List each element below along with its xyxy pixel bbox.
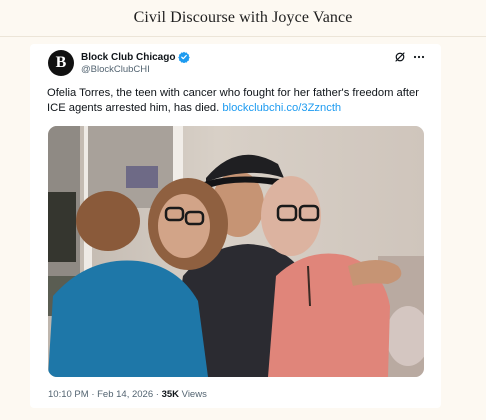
display-name[interactable]: Block Club Chicago xyxy=(81,52,175,63)
publication-title[interactable]: Civil Discourse with Joyce Vance xyxy=(134,9,353,27)
tweet-author: Block Club Chicago xyxy=(81,51,191,63)
tweet-photo[interactable] xyxy=(48,126,424,377)
verified-badge-icon xyxy=(178,51,191,63)
top-bar: Civil Discourse with Joyce Vance xyxy=(0,0,486,37)
embedded-tweet[interactable]: B Block Club Chicago @BlockClubCHI Ofeli… xyxy=(30,44,441,408)
tweet-time[interactable]: 10:10 PM xyxy=(48,389,89,400)
views-label: Views xyxy=(181,389,207,400)
meta-separator-2: · xyxy=(155,389,159,400)
tweet-date[interactable]: Feb 14, 2026 xyxy=(97,389,153,400)
tweet-link[interactable]: blockclubchi.co/3Zzncth xyxy=(222,102,341,114)
views-count: 35K xyxy=(161,389,180,400)
tweet-meta: 10:10 PM · Feb 14, 2026 · 35K Views xyxy=(48,389,207,400)
more-options-icon-glyph xyxy=(413,55,425,59)
grok-icon[interactable] xyxy=(393,50,407,64)
grok-icon-glyph xyxy=(395,52,405,62)
handle[interactable]: @BlockClubCHI xyxy=(81,64,150,75)
photo-illustration xyxy=(48,126,424,377)
tweet-text: Ofelia Torres, the teen with cancer who … xyxy=(47,86,427,116)
more-options-icon[interactable] xyxy=(412,50,426,64)
avatar[interactable]: B xyxy=(48,50,74,76)
avatar-letter: B xyxy=(55,54,67,71)
meta-separator: · xyxy=(91,389,95,400)
